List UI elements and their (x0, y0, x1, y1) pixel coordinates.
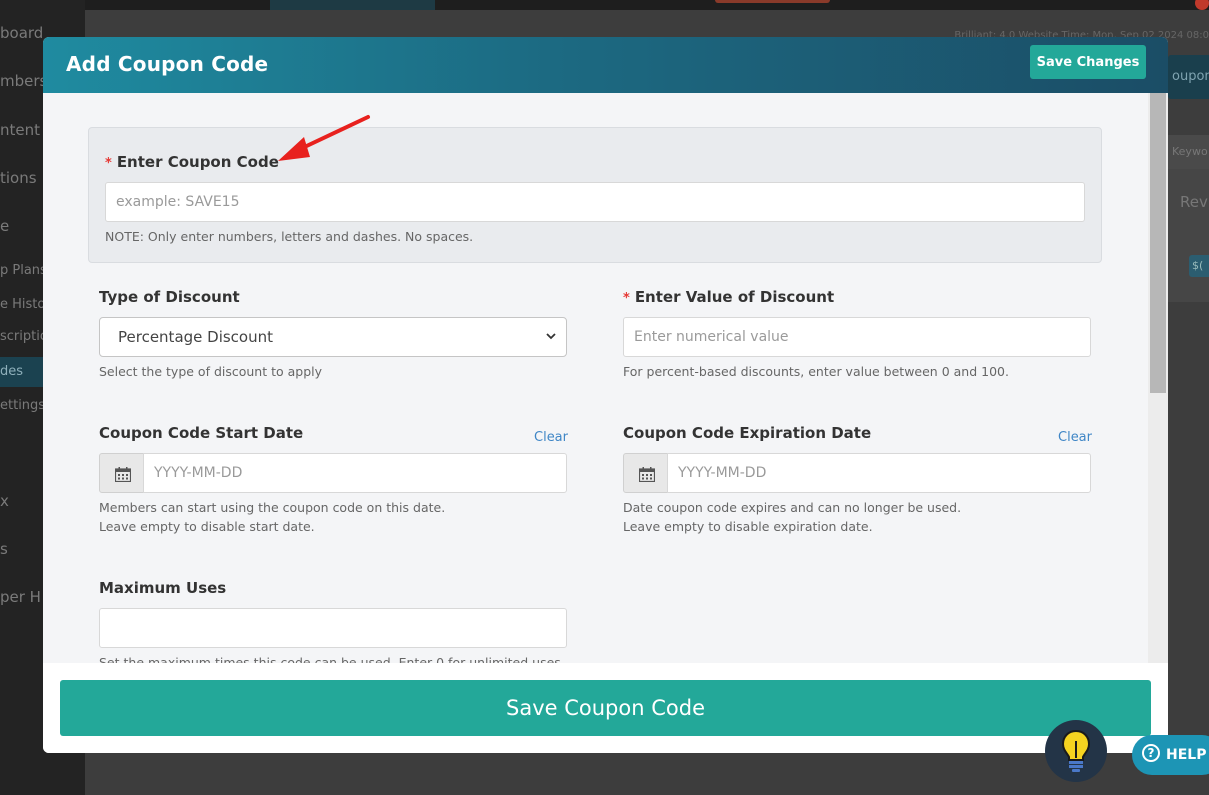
start-date-label: Coupon Code Start Date (99, 424, 304, 442)
background-panel (1163, 168, 1209, 302)
expiration-date-clear-link[interactable]: Clear (1058, 430, 1092, 445)
start-date-input[interactable] (143, 453, 567, 493)
required-marker: * (105, 156, 112, 171)
modal-scrollbar[interactable] (1148, 93, 1168, 663)
notification-dot (1195, 0, 1209, 10)
sidebar-item-developer-hub[interactable]: per H (0, 588, 41, 606)
sidebar-item-history[interactable]: e Histo (0, 297, 45, 312)
max-uses-input[interactable] (99, 608, 567, 648)
modal-footer: Save Coupon Code (43, 663, 1168, 753)
expiration-date-group (623, 453, 1091, 493)
tips-button[interactable] (1045, 720, 1107, 782)
expiration-date-help-line1: Date coupon code expires and can no long… (623, 500, 962, 515)
coupon-code-note: NOTE: Only enter numbers, letters and da… (105, 229, 474, 244)
modal-title: Add Coupon Code (66, 52, 269, 76)
topbar-alert-bar (715, 0, 830, 3)
annotation-arrow-icon (278, 115, 370, 161)
expiration-date-help: Date coupon code expires and can no long… (623, 498, 961, 536)
scrollbar-thumb[interactable] (1150, 93, 1166, 393)
start-date-help-line2: Leave empty to disable start date. (99, 519, 315, 534)
max-uses-help: Set the maximum times this code can be u… (99, 655, 565, 663)
discount-type-select[interactable]: Percentage Discount (99, 317, 567, 357)
background-search-input[interactable]: Keywo (1168, 135, 1209, 169)
sidebar-item-settings[interactable]: ettings (0, 398, 45, 413)
discount-type-selected: Percentage Discount (118, 328, 274, 346)
start-date-help: Members can start using the coupon code … (99, 498, 445, 536)
help-button[interactable]: ? HELP (1132, 735, 1209, 775)
discount-value-help: For percent-based discounts, enter value… (623, 364, 1009, 379)
discount-type-label: Type of Discount (99, 288, 240, 306)
expiration-date-label: Coupon Code Expiration Date (623, 424, 872, 442)
sidebar-item-s[interactable]: s (0, 540, 8, 558)
coupon-code-input[interactable] (105, 182, 1085, 222)
sidebar-item-plans[interactable]: p Plans (0, 263, 47, 278)
sidebar-item-dashboard[interactable]: board (0, 24, 43, 42)
expiration-date-help-line2: Leave empty to disable expiration date. (623, 519, 873, 534)
add-coupon-modal: Add Coupon Code Save Changes * Enter Coup… (43, 37, 1168, 753)
discount-value-label: * Enter Value of Discount (623, 288, 834, 306)
discount-value-label-text: Enter Value of Discount (634, 288, 835, 306)
help-label: HELP (1166, 747, 1207, 763)
start-date-help-line1: Members can start using the coupon code … (99, 500, 446, 515)
sidebar-item-transactions[interactable]: tions (0, 169, 37, 187)
sidebar-item-x[interactable]: x (0, 492, 9, 510)
sidebar-item-subscriptions[interactable]: scriptio (0, 329, 48, 344)
sidebar-item-e[interactable]: e (0, 217, 9, 235)
expiration-date-input[interactable] (667, 453, 1091, 493)
start-date-clear-link[interactable]: Clear (534, 430, 568, 445)
modal-header: Add Coupon Code Save Changes (43, 37, 1168, 93)
save-coupon-code-button[interactable]: Save Coupon Code (60, 680, 1151, 736)
save-changes-button[interactable]: Save Changes (1030, 45, 1146, 79)
background-topbar (85, 0, 1209, 10)
topbar-segment (270, 0, 435, 10)
chevron-down-icon (546, 318, 556, 371)
calendar-icon[interactable] (623, 453, 668, 493)
coupon-code-label-text: Enter Coupon Code (116, 153, 279, 171)
sidebar-item-members[interactable]: mbers (0, 72, 47, 90)
coupon-code-panel: * Enter Coupon Code NOTE: Only enter numb… (88, 127, 1102, 263)
required-marker: * (623, 291, 630, 306)
calendar-icon[interactable] (99, 453, 144, 493)
coupon-code-label: * Enter Coupon Code (105, 153, 279, 171)
add-coupon-background-button[interactable]: oupon (1168, 55, 1209, 99)
background-price-tag: $( (1189, 255, 1209, 277)
start-date-group (99, 453, 567, 493)
question-icon: ? (1142, 744, 1160, 762)
lightbulb-icon (1061, 729, 1091, 772)
discount-type-help: Select the type of discount to apply (99, 364, 323, 379)
modal-body: * Enter Coupon Code NOTE: Only enter numb… (43, 93, 1148, 663)
max-uses-label: Maximum Uses (99, 579, 227, 597)
discount-value-input[interactable] (623, 317, 1091, 357)
background-column-label: Rev (1180, 193, 1208, 211)
sidebar-item-content[interactable]: ntent (0, 121, 40, 139)
